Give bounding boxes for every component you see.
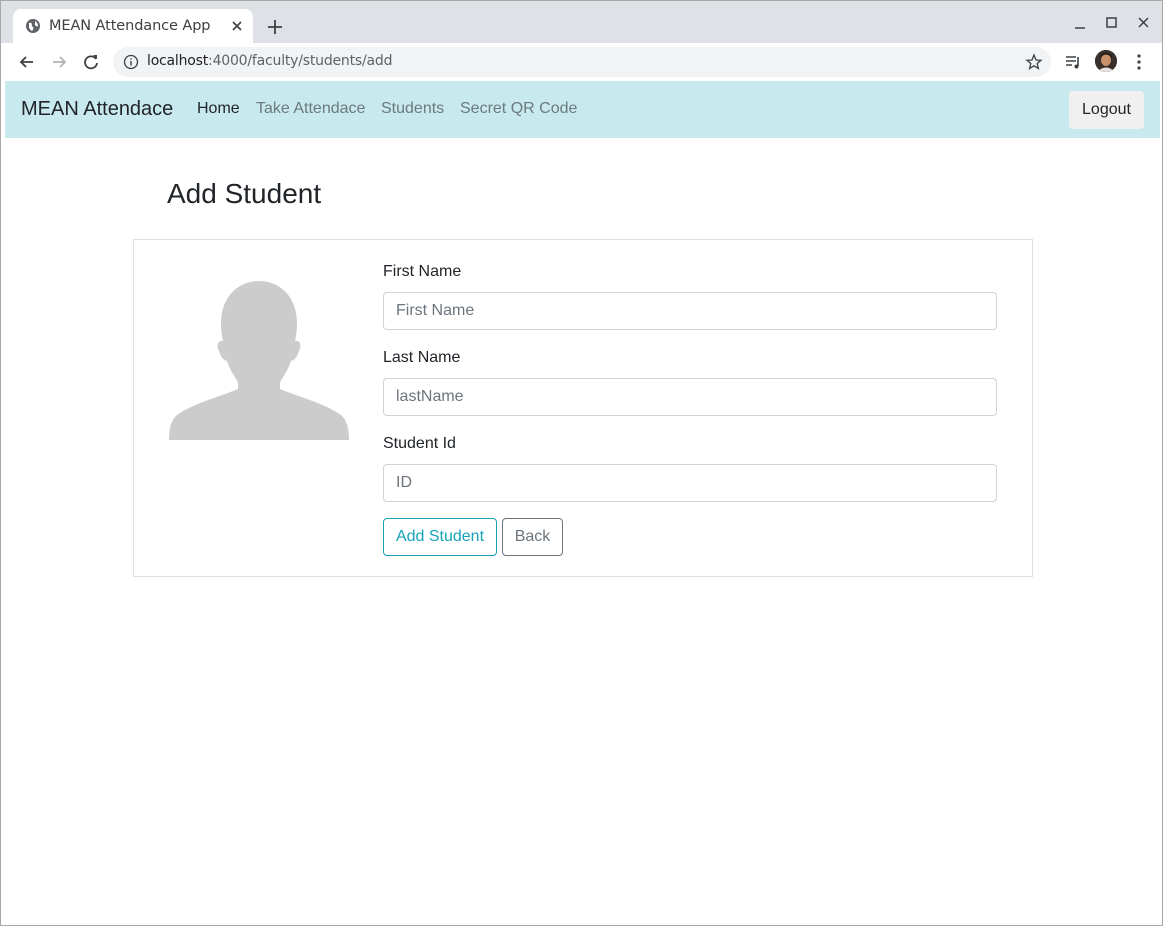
nav-link-home[interactable]: Home: [197, 100, 240, 118]
url-host: localhost: [147, 53, 209, 69]
student-id-input[interactable]: [383, 464, 997, 502]
navbar-brand[interactable]: MEAN Attendace: [21, 98, 173, 121]
reload-icon[interactable]: [80, 51, 102, 73]
forward-arrow-icon[interactable]: [48, 51, 70, 73]
browser-window: MEAN Attendance App localhost:4000/facul…: [0, 0, 1163, 926]
first-name-input[interactable]: [383, 292, 997, 330]
page-title: Add Student: [167, 178, 322, 209]
address-bar[interactable]: localhost:4000/faculty/students/add: [113, 47, 1051, 77]
logout-button[interactable]: Logout: [1069, 91, 1144, 129]
back-button[interactable]: Back: [502, 518, 563, 556]
last-name-label: Last Name: [383, 349, 461, 366]
add-student-card: First Name Last Name Student Id Add Stud…: [133, 239, 1033, 577]
browser-toolbar: localhost:4000/faculty/students/add: [1, 43, 1162, 81]
globe-icon: [26, 19, 40, 33]
add-student-button[interactable]: Add Student: [383, 518, 497, 556]
first-name-label: First Name: [383, 263, 462, 280]
nav-link-secret-qr-code[interactable]: Secret QR Code: [460, 100, 577, 118]
app-navbar: MEAN Attendace Home Take Attendace Stude…: [5, 81, 1160, 138]
maximize-icon[interactable]: [1102, 13, 1122, 33]
close-icon[interactable]: [229, 18, 245, 34]
page-viewport: MEAN Attendace Home Take Attendace Stude…: [5, 81, 1160, 923]
plus-icon[interactable]: [265, 17, 285, 37]
tab-strip: MEAN Attendance App: [1, 1, 1162, 43]
minimize-icon[interactable]: [1070, 13, 1090, 33]
media-control-icon[interactable]: [1063, 52, 1083, 72]
menu-kebab-icon[interactable]: [1129, 52, 1149, 72]
student-id-label: Student Id: [383, 435, 456, 452]
close-icon[interactable]: [1134, 13, 1154, 33]
browser-tab[interactable]: MEAN Attendance App: [13, 9, 253, 43]
last-name-input[interactable]: [383, 378, 997, 416]
back-arrow-icon[interactable]: [16, 51, 38, 73]
info-icon[interactable]: [123, 54, 139, 70]
tab-title: MEAN Attendance App: [49, 18, 211, 34]
nav-link-take-attendance[interactable]: Take Attendace: [256, 100, 365, 118]
avatar-placeholder-icon: [169, 281, 349, 440]
star-icon[interactable]: [1025, 53, 1043, 71]
url-path: :4000/faculty/students/add: [208, 53, 393, 69]
url-text: localhost:4000/faculty/students/add: [147, 53, 392, 69]
nav-link-students[interactable]: Students: [381, 100, 444, 118]
profile-avatar[interactable]: [1095, 50, 1117, 72]
